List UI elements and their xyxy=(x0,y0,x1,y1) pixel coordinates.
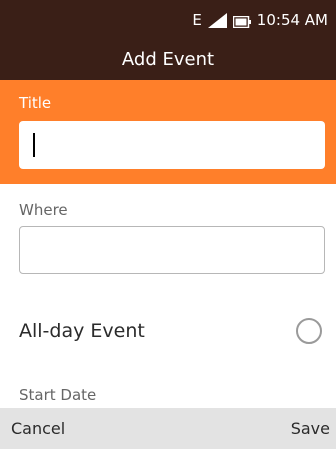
where-input[interactable] xyxy=(19,226,325,274)
allday-row[interactable]: All-day Event xyxy=(0,304,336,360)
allday-checkbox[interactable] xyxy=(296,318,322,344)
status-bar: E 10:54 AM xyxy=(0,0,336,40)
softkey-bar: Cancel Save xyxy=(0,408,336,449)
cancel-button[interactable]: Cancel xyxy=(11,419,65,438)
title-input[interactable] xyxy=(19,121,325,169)
battery-icon xyxy=(232,14,251,29)
where-label: Where xyxy=(19,201,68,219)
network-type: E xyxy=(192,11,202,29)
signal-icon xyxy=(207,12,227,28)
title-label: Title xyxy=(19,94,52,112)
text-caret xyxy=(33,133,35,157)
save-button[interactable]: Save xyxy=(291,419,330,438)
start-date-label: Start Date xyxy=(19,386,97,404)
clock: 10:54 AM xyxy=(256,11,328,29)
page-title: Add Event xyxy=(0,40,336,80)
status-indicators: E 10:54 AM xyxy=(192,11,328,29)
allday-label: All-day Event xyxy=(19,320,145,342)
